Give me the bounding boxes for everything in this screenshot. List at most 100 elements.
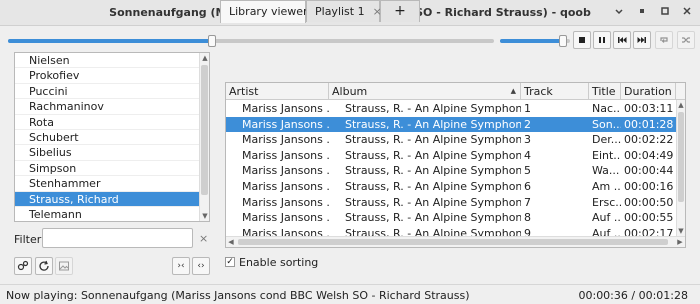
- cell-track: 7: [524, 195, 531, 209]
- seek-handle[interactable]: [208, 35, 217, 47]
- cell-title: Wa...: [592, 164, 620, 178]
- cell-artist: Mariss Jansons ...: [242, 164, 329, 178]
- tab-playlist-1[interactable]: Playlist 1 ×: [306, 0, 382, 22]
- minimize-icon[interactable]: [610, 4, 628, 22]
- list-item[interactable]: Stenhammer: [15, 176, 209, 192]
- enable-sorting-checkbox[interactable]: ✓: [225, 257, 235, 267]
- list-item[interactable]: Nielsen: [15, 53, 209, 69]
- artist-list[interactable]: Nielsen Prokofiev Puccini Rachmaninov Rota Sc…: [14, 52, 210, 222]
- artist-list-scrollbar[interactable]: ▲ ▼: [199, 53, 209, 221]
- column-header-album-label: Album: [332, 85, 368, 98]
- list-item[interactable]: Rachmaninov: [15, 99, 209, 115]
- cell-artist: Mariss Jansons ...: [242, 133, 329, 147]
- table-row[interactable]: Mariss Jansons ... Strauss, R. - An Alpin…: [226, 195, 676, 211]
- table-row[interactable]: Mariss Jansons ... Strauss, R. - An Alpin…: [226, 148, 676, 164]
- list-item[interactable]: Sibelius: [15, 145, 209, 161]
- scrollbar-thumb[interactable]: [238, 239, 668, 245]
- next-icon: [637, 37, 646, 43]
- filter-input[interactable]: [42, 228, 193, 248]
- add-tab-button[interactable]: +: [380, 0, 420, 22]
- scroll-down-icon[interactable]: ▼: [677, 226, 685, 236]
- tab-label: Library viewer: [229, 5, 308, 18]
- cell-artist: Mariss Jansons ...: [242, 117, 329, 131]
- cell-track: 3: [524, 133, 531, 147]
- list-item[interactable]: Schubert: [15, 130, 209, 146]
- filter-clear-button[interactable]: ×: [199, 232, 208, 245]
- close-window-icon[interactable]: [678, 4, 696, 22]
- column-header-title[interactable]: Title: [589, 83, 621, 100]
- list-item[interactable]: Prokofiev: [15, 68, 209, 84]
- collapse-button[interactable]: ›‹: [172, 257, 190, 275]
- repeat-button[interactable]: [655, 31, 673, 49]
- enable-sorting-label: Enable sorting: [239, 256, 319, 269]
- settings-button[interactable]: [14, 257, 32, 275]
- table-vertical-scrollbar[interactable]: ▲ ▼: [676, 100, 685, 236]
- cell-artist: Mariss Jansons ...: [242, 211, 329, 225]
- scroll-right-icon[interactable]: ▶: [675, 237, 685, 247]
- previous-icon: [618, 37, 627, 43]
- table-row[interactable]: Mariss Jansons ... Strauss, R. - An Alpin…: [226, 210, 676, 226]
- scrollbar-thumb[interactable]: [678, 112, 684, 202]
- cell-track: 1: [524, 102, 531, 115]
- track-table[interactable]: Artist Album ▲ Track Title Duration Mari…: [225, 82, 686, 248]
- cell-duration: 00:04:49: [624, 148, 674, 162]
- cell-duration: 00:01:28: [624, 117, 674, 131]
- cell-track: 5: [524, 164, 531, 178]
- cell-duration: 00:00:55: [624, 211, 674, 225]
- seek-fill: [8, 39, 213, 43]
- scroll-up-icon[interactable]: ▲: [200, 53, 209, 63]
- shuffle-button[interactable]: [677, 31, 695, 49]
- scroll-down-icon[interactable]: ▼: [200, 211, 209, 221]
- cell-album: Strauss, R. - An Alpine Symphony: [345, 211, 521, 225]
- list-item[interactable]: Rota: [15, 115, 209, 130]
- expand-button[interactable]: ‹›: [192, 257, 210, 275]
- cell-duration: 00:00:50: [624, 195, 674, 209]
- pause-button[interactable]: [593, 31, 611, 49]
- list-item[interactable]: Strauss, Richard: [15, 191, 209, 207]
- previous-button[interactable]: [613, 31, 631, 49]
- refresh-button[interactable]: [35, 257, 53, 275]
- cell-duration: 00:03:11: [624, 102, 674, 115]
- column-header-track[interactable]: Track: [521, 83, 589, 100]
- table-horizontal-scrollbar[interactable]: ◀ ▶: [226, 236, 685, 247]
- table-row[interactable]: Mariss Jansons ... Strauss, R. - An Alpin…: [226, 116, 676, 133]
- now-playing-text: Now playing: Sonnenaufgang (Mariss Janso…: [6, 289, 470, 302]
- minimize-window-icon[interactable]: [633, 4, 651, 22]
- cell-album: Strauss, R. - An Alpine Symphony: [345, 195, 521, 209]
- list-item[interactable]: Simpson: [15, 161, 209, 177]
- cell-title: Auf ...: [592, 211, 621, 225]
- image-button[interactable]: [55, 257, 73, 275]
- refresh-icon: [39, 260, 49, 271]
- tab-label: Playlist 1: [315, 5, 365, 18]
- next-button[interactable]: [633, 31, 651, 49]
- column-header-album[interactable]: Album ▲: [329, 83, 521, 100]
- pause-icon: [599, 37, 605, 43]
- cell-duration: 00:00:16: [624, 180, 674, 193]
- stop-button[interactable]: [573, 31, 591, 49]
- seek-slider[interactable]: [8, 35, 494, 47]
- table-row[interactable]: Mariss Jansons ... Strauss, R. - An Alpin…: [226, 163, 676, 179]
- cell-title: Eint...: [592, 148, 621, 162]
- stop-icon: [579, 37, 585, 43]
- cell-track: 4: [524, 148, 531, 162]
- column-header-duration[interactable]: Duration: [621, 83, 676, 100]
- table-row[interactable]: Mariss Jansons ... Strauss, R. - An Alpin…: [226, 101, 676, 117]
- list-item[interactable]: Telemann: [15, 207, 209, 221]
- cell-duration: 00:02:22: [624, 133, 674, 147]
- maximize-icon[interactable]: [656, 4, 674, 22]
- table-row[interactable]: Mariss Jansons ... Strauss, R. - An Alpin…: [226, 132, 676, 148]
- tab-library-viewer[interactable]: Library viewer: [220, 0, 308, 23]
- list-item[interactable]: Puccini: [15, 84, 209, 100]
- volume-handle[interactable]: [559, 35, 567, 47]
- repeat-icon: [660, 37, 668, 43]
- scroll-up-icon[interactable]: ▲: [677, 100, 685, 110]
- volume-slider[interactable]: [500, 35, 570, 47]
- cell-album: Strauss, R. - An Alpine Symphony: [345, 180, 521, 193]
- scrollbar-thumb[interactable]: [201, 65, 208, 195]
- scroll-left-icon[interactable]: ◀: [226, 237, 236, 247]
- cell-title: Ersc...: [592, 195, 621, 209]
- column-header-artist[interactable]: Artist: [226, 83, 329, 100]
- table-row[interactable]: Mariss Jansons ... Strauss, R. - An Alpin…: [226, 179, 676, 195]
- cell-track: 2: [524, 117, 531, 131]
- playback-time: 00:00:36 / 00:01:28: [578, 289, 688, 302]
